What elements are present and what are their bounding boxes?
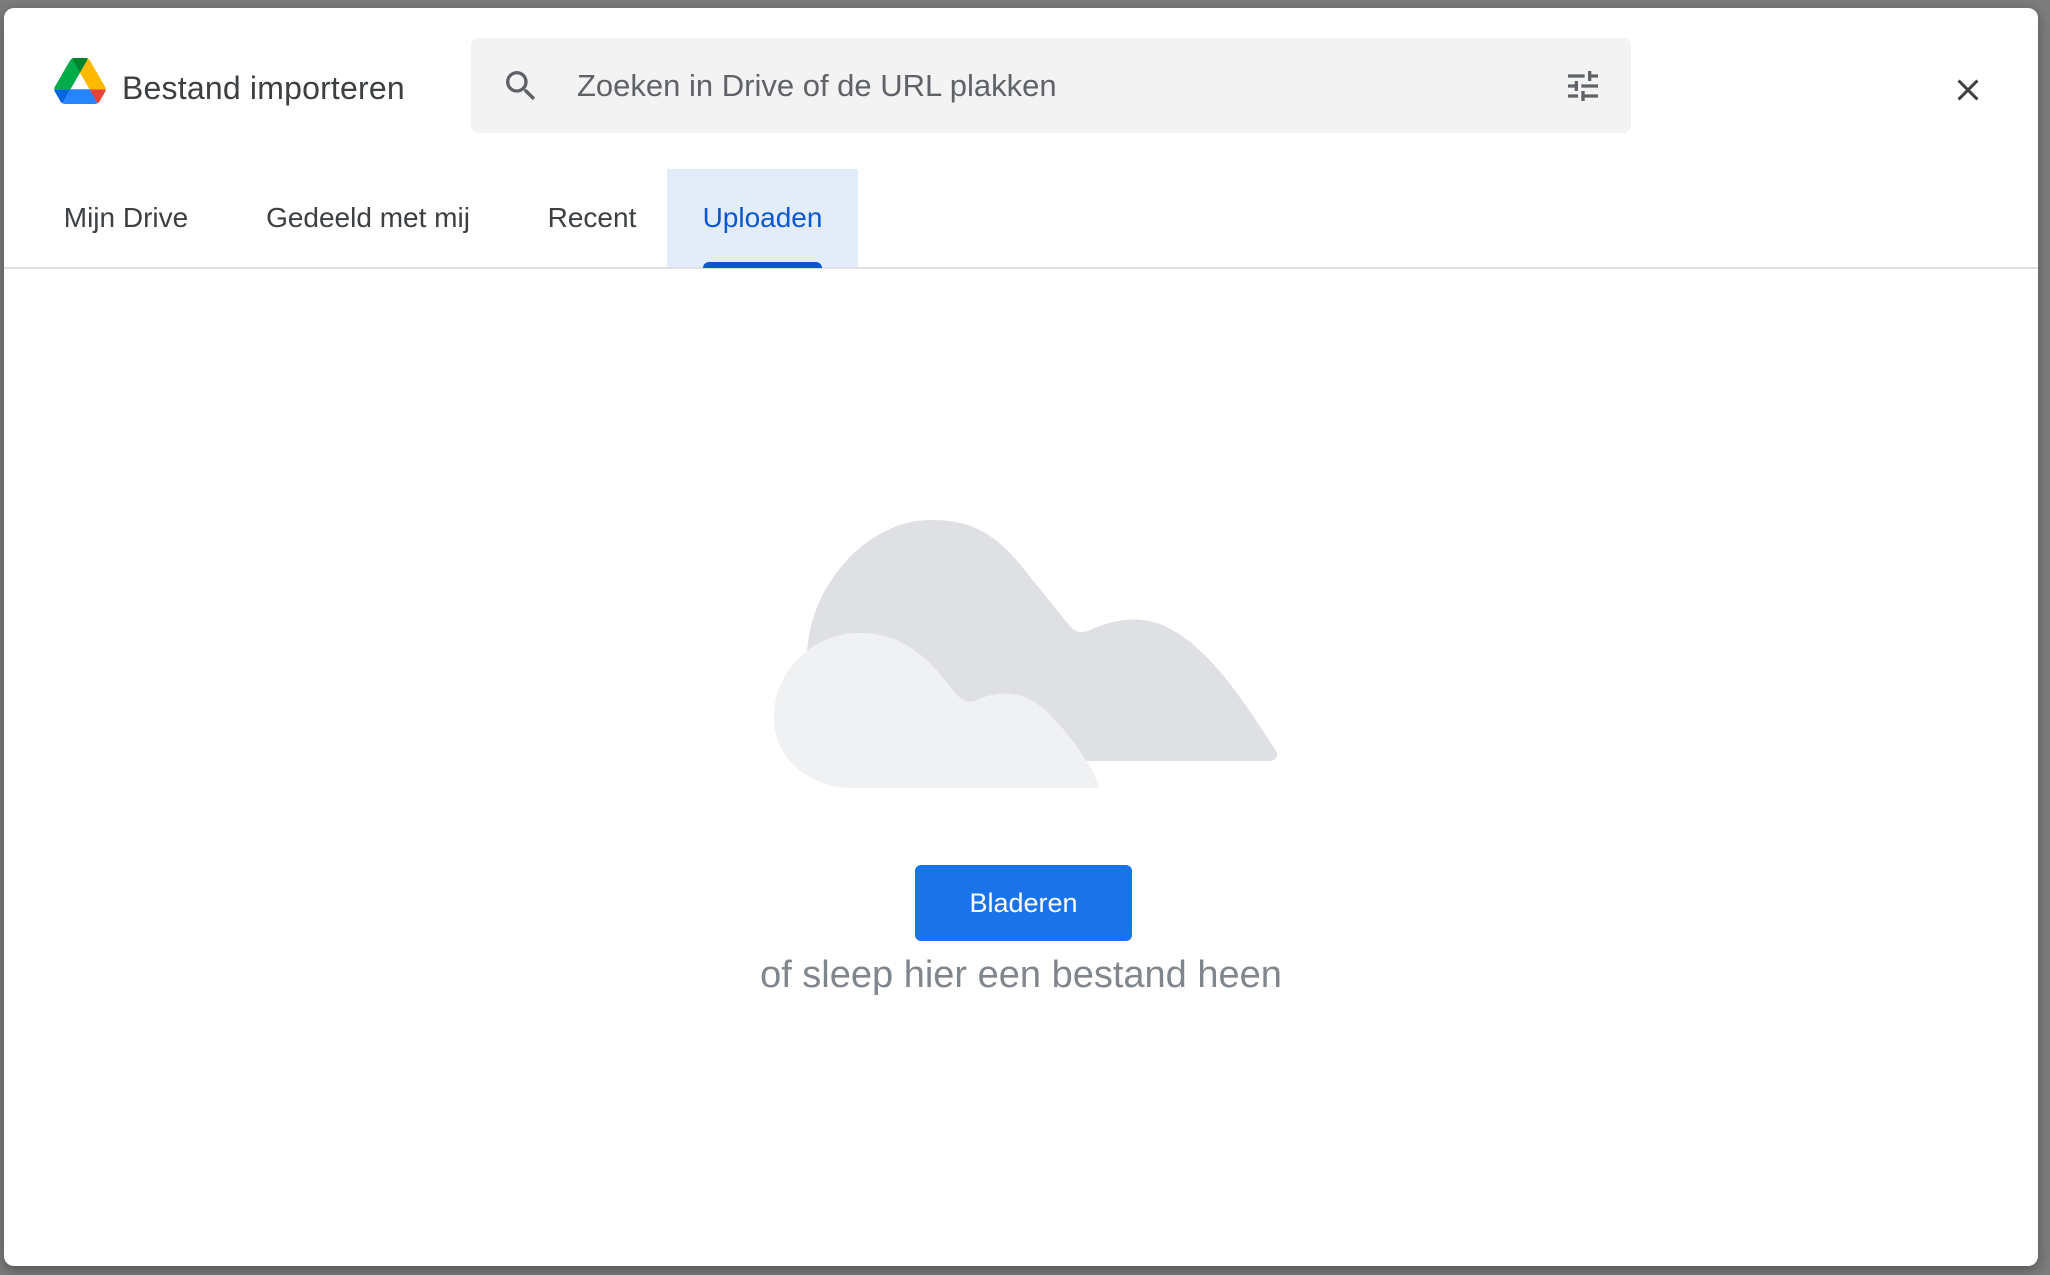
tab-my-drive[interactable]: Mijn Drive [32,169,220,267]
cloud-illustration-icon [774,519,1278,788]
dialog-title: Bestand importeren [122,70,405,106]
search-input[interactable] [575,60,1519,112]
search-icon[interactable] [501,66,541,106]
search-bar [471,38,1631,133]
tab-label: Recent [547,202,637,233]
import-file-dialog: Bestand importeren Mijn Drive Gedeeld me… [4,8,2038,1266]
tab-shared-with-me[interactable]: Gedeeld met mij [234,169,502,267]
google-drive-logo-icon [54,58,106,104]
tab-label: Gedeeld met mij [266,202,470,233]
close-icon[interactable] [1950,72,1986,108]
active-tab-indicator [703,262,822,268]
tab-bar: Mijn Drive Gedeeld met mij Recent Upload… [4,169,2038,269]
tune-icon[interactable] [1563,66,1603,106]
tab-label: Uploaden [702,202,823,233]
tab-label: Mijn Drive [63,202,189,233]
drop-hint: of sleep hier een bestand heen [760,954,1282,996]
tab-recent[interactable]: Recent [514,169,670,267]
browse-button[interactable]: Bladeren [915,865,1132,941]
tab-upload[interactable]: Uploaden [667,169,858,268]
dialog-header: Bestand importeren [4,8,2038,158]
